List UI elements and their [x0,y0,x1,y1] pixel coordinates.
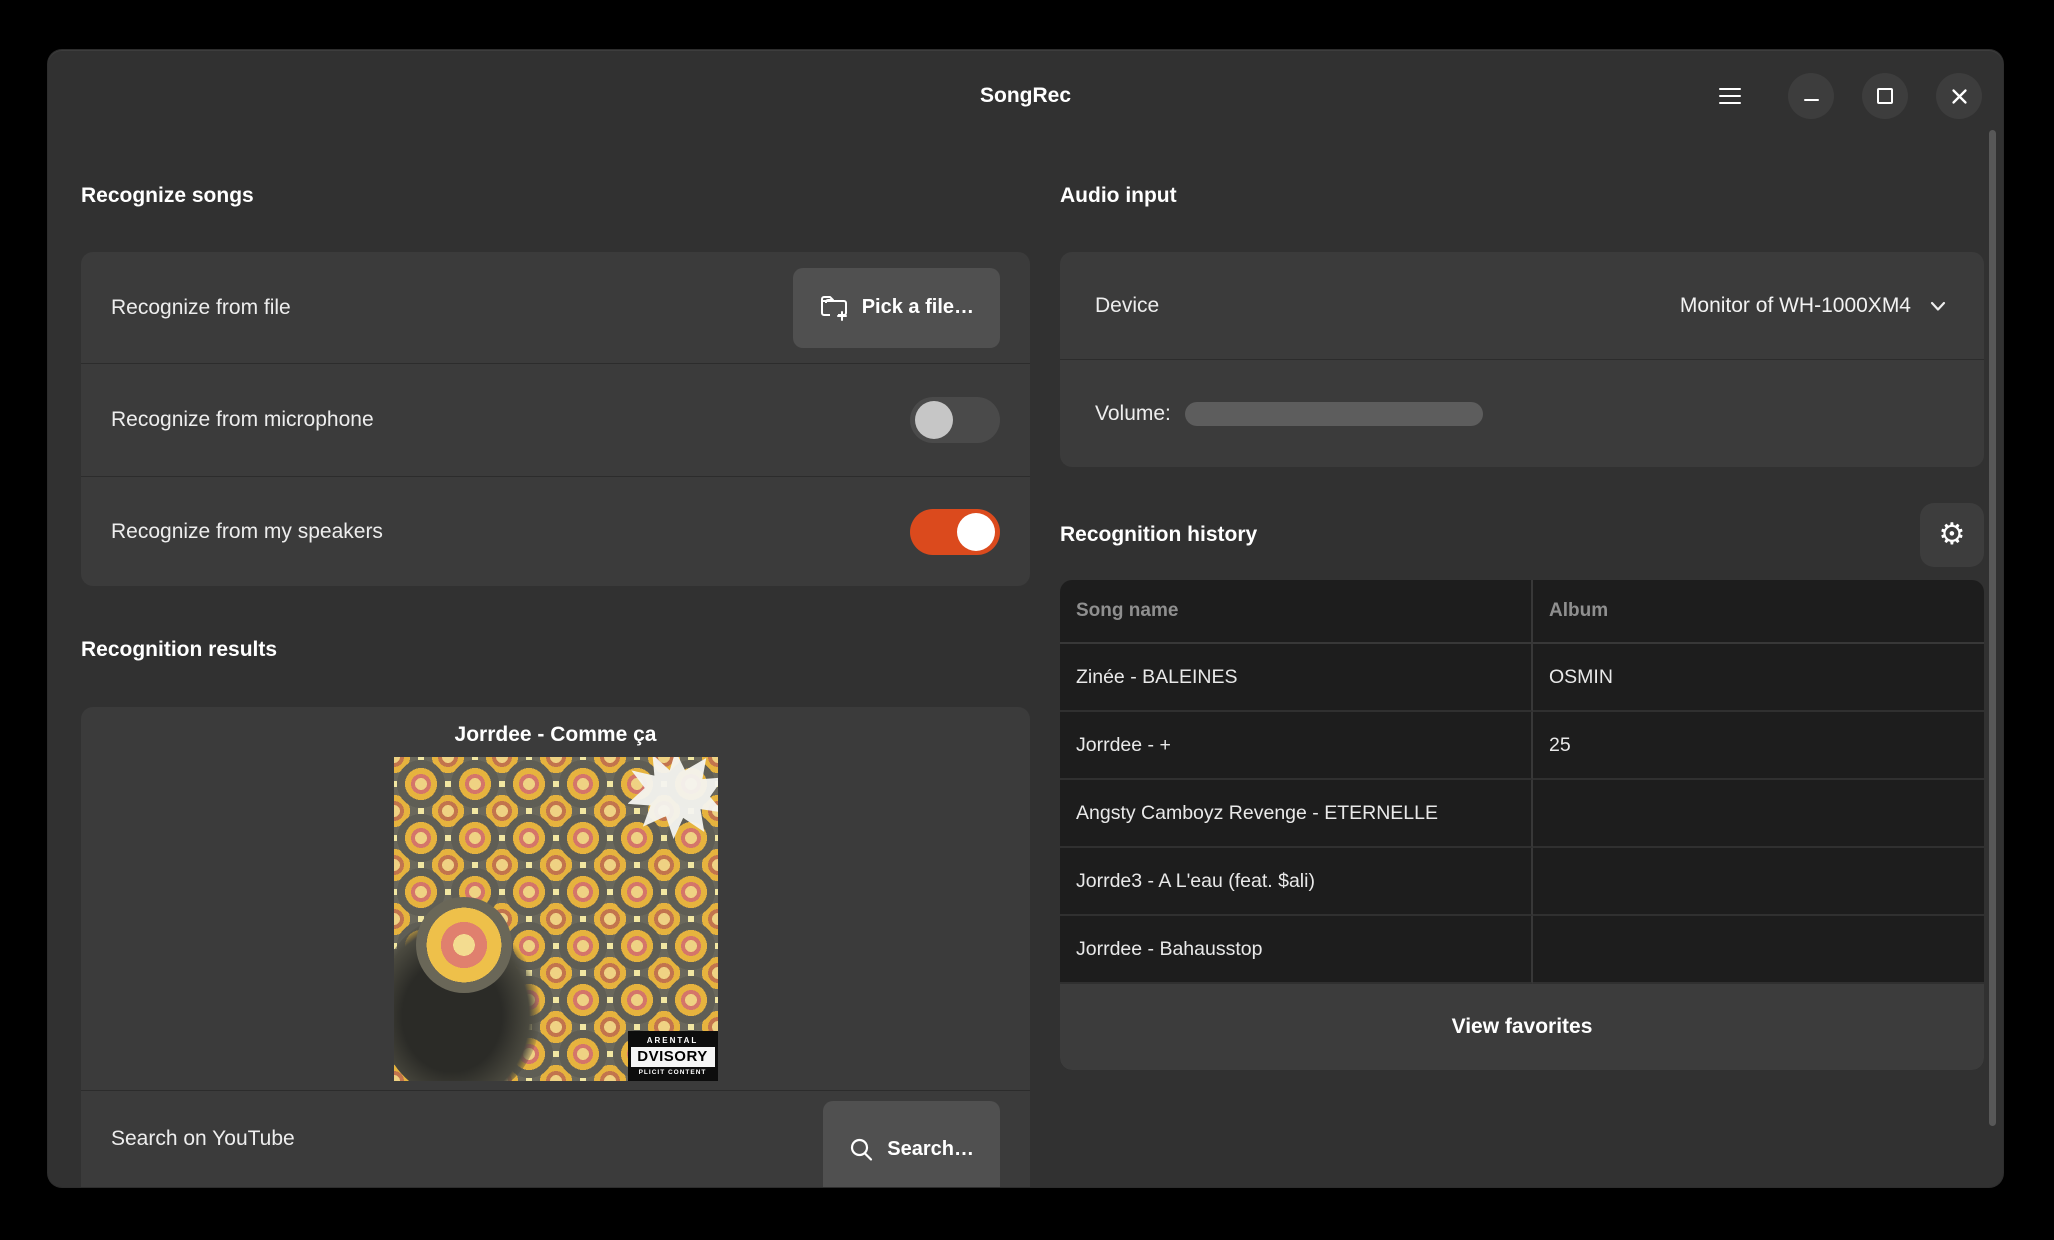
titlebar[interactable]: SongRec [48,50,2003,142]
hamburger-icon [1719,88,1741,105]
microphone-toggle[interactable] [910,397,1000,443]
history-table-header: Song name Album [1060,580,1984,644]
history-song-cell: Zinée - BALEINES [1060,644,1533,712]
close-icon [1951,88,1968,105]
minimize-button[interactable] [1788,73,1834,119]
minimize-icon [1804,99,1819,101]
volume-level-bar [1185,402,1483,426]
titlebar-controls [1708,50,1982,142]
parental-advisory-badge: ARENTAL DVISORY PLICIT CONTENT [628,1031,718,1081]
history-album-cell [1533,780,1984,848]
recognition-results-card: Jorrdee - Comme ça ARENTAL DVISORY PLICI… [81,707,1030,1187]
history-row[interactable]: Jorrde3 - A L'eau (feat. $ali) [1060,848,1984,916]
device-label: Device [1095,294,1159,318]
column-header-album[interactable]: Album [1533,580,1984,644]
maximize-button[interactable] [1862,73,1908,119]
advisory-line-1: ARENTAL [631,1034,715,1047]
history-song-cell: Jorrde3 - A L'eau (feat. $ali) [1060,848,1533,916]
recognize-songs-card: Recognize from file Pick a file… Recogni… [81,252,1030,586]
device-row[interactable]: Device Monitor of WH-1000XM4 [1060,252,1984,359]
youtube-search-button[interactable]: Search… [823,1101,1000,1187]
recognize-from-microphone-row: Recognize from microphone [81,363,1030,475]
close-button[interactable] [1936,73,1982,119]
album-art: ARENTAL DVISORY PLICIT CONTENT [394,757,718,1081]
folder-new-icon [819,294,849,321]
recognize-songs-header: Recognize songs [81,184,254,208]
recognize-from-microphone-label: Recognize from microphone [111,408,374,432]
device-selected-value: Monitor of WH-1000XM4 [1680,294,1911,318]
history-album-cell [1533,848,1984,916]
toggle-knob [957,513,995,551]
history-row[interactable]: Angsty Camboyz Revenge - ETERNELLE [1060,780,1984,848]
search-on-youtube-label: Search on YouTube [111,1127,295,1151]
volume-row: Volume: [1060,359,1984,467]
advisory-line-3: PLICIT CONTENT [631,1067,715,1078]
magnifier-icon [849,1137,874,1162]
recognize-from-speakers-row: Recognize from my speakers [81,476,1030,588]
flower-decoration [416,897,512,993]
starburst-decoration [628,757,718,839]
history-settings-button[interactable]: ⚙ [1920,503,1984,567]
recognition-history-header-row: Recognition history ⚙ [1060,502,1984,568]
recognized-song-title: Jorrdee - Comme ça [81,723,1030,747]
audio-input-card: Device Monitor of WH-1000XM4 Volume: [1060,252,1984,467]
window-scrollbar-thumb[interactable] [1989,130,1996,1126]
history-row[interactable]: Zinée - BALEINES OSMIN [1060,644,1984,712]
recognition-history-header: Recognition history [1060,523,1257,547]
audio-input-header: Audio input [1060,184,1177,208]
history-album-cell: 25 [1533,712,1984,780]
speakers-toggle[interactable] [910,509,1000,555]
toggle-knob [915,401,953,439]
volume-label: Volume: [1095,402,1171,426]
history-song-cell: Jorrdee - + [1060,712,1533,780]
history-row[interactable]: Jorrdee - + 25 [1060,712,1984,780]
recognition-results-header: Recognition results [81,638,277,662]
gear-icon: ⚙ [1939,520,1966,550]
history-row[interactable]: Jorrdee - Bahausstop [1060,916,1984,984]
desktop-background: SongRec Recognize songs [0,0,2054,1240]
recognition-history-card: Song name Album Zinée - BALEINES OSMIN J… [1060,580,1984,1070]
search-button-label: Search… [887,1138,974,1161]
pick-a-file-button[interactable]: Pick a file… [793,268,1000,348]
history-song-cell: Angsty Camboyz Revenge - ETERNELLE [1060,780,1533,848]
chevron-down-icon [1927,295,1949,317]
history-album-cell [1533,916,1984,984]
advisory-line-2: DVISORY [631,1047,715,1067]
column-header-song-name[interactable]: Song name [1060,580,1533,644]
search-on-youtube-row: Search on YouTube Search… [81,1090,1030,1187]
pick-a-file-label: Pick a file… [862,296,974,319]
recognize-from-speakers-label: Recognize from my speakers [111,520,383,544]
songrec-window: SongRec Recognize songs [48,50,2003,1187]
history-song-cell: Jorrdee - Bahausstop [1060,916,1533,984]
view-favorites-button[interactable]: View favorites [1060,984,1984,1070]
recognize-from-file-label: Recognize from file [111,296,291,320]
hamburger-menu-button[interactable] [1708,74,1752,118]
maximize-icon [1877,88,1893,104]
history-album-cell: OSMIN [1533,644,1984,712]
recognize-from-file-row: Recognize from file Pick a file… [81,252,1030,363]
